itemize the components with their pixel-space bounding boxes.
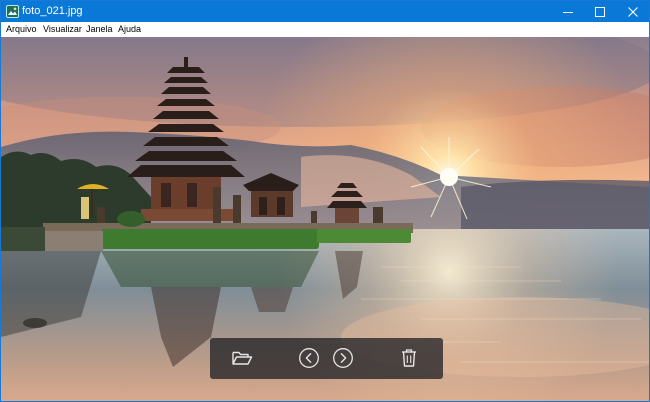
maximize-button[interactable] <box>585 1 615 22</box>
delete-button[interactable] <box>396 345 422 371</box>
delete-icon <box>402 349 416 367</box>
title-bar[interactable]: foto_021.jpg <box>1 1 649 22</box>
close-button[interactable] <box>618 1 648 22</box>
app-window: foto_021.jpg Arquivo Visualizar Janela A… <box>0 0 650 402</box>
window-title: foto_021.jpg <box>22 5 83 17</box>
close-icon <box>628 6 638 17</box>
image-toolbar <box>210 338 443 379</box>
previous-icon <box>299 348 319 368</box>
menu-bar: Arquivo Visualizar Janela Ajuda <box>1 22 649 38</box>
minimize-button[interactable] <box>553 1 583 22</box>
next-icon <box>333 348 353 368</box>
maximize-icon <box>595 6 605 17</box>
next-button[interactable] <box>330 345 356 371</box>
folder-open-icon <box>232 351 253 365</box>
menu-ajuda[interactable]: Ajuda <box>118 23 141 35</box>
menu-janela[interactable]: Janela <box>86 23 113 35</box>
menu-arquivo[interactable]: Arquivo <box>6 23 37 35</box>
open-folder-button[interactable] <box>229 345 255 371</box>
menu-visualizar[interactable]: Visualizar <box>43 23 82 35</box>
app-photo-icon <box>6 5 19 18</box>
minimize-icon <box>563 11 573 13</box>
previous-button[interactable] <box>296 345 322 371</box>
